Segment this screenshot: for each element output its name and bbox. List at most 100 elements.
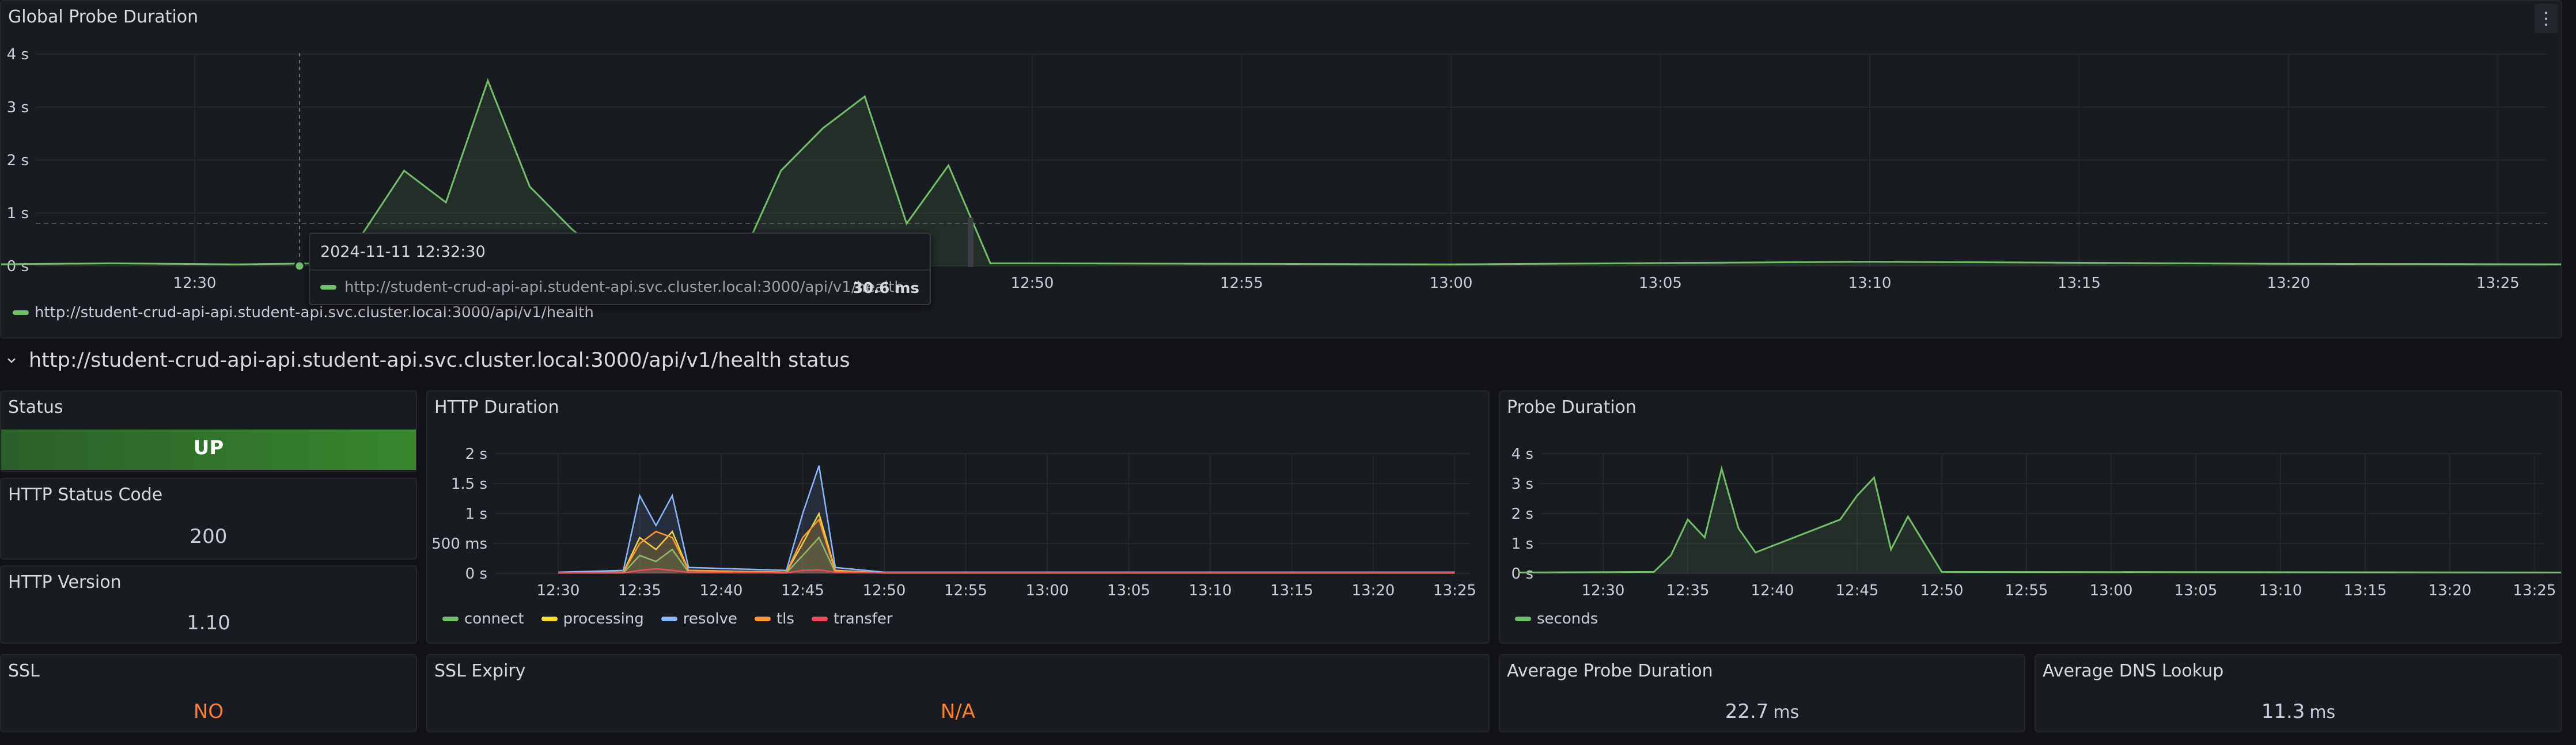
legend-label: resolve [683,610,737,628]
ssl-expiry-panel: SSL Expiry N/A [426,654,1490,732]
http-version-panel: HTTP Version 1.10 [0,565,417,644]
chevron-down-icon[interactable] [6,355,17,366]
y-axis: 2 s 1.5 s 1 s 500 ms 0 s [431,446,487,583]
legend: connect processing resolve tls transfer [442,610,893,628]
panel-title: Status [8,397,63,417]
legend-item[interactable]: seconds [1515,610,1598,628]
hover-point [294,260,305,272]
series-line-resolve [558,465,1455,573]
legend-label: tls [776,610,794,628]
legend: http://student-crud-api-api.student-api.… [13,304,594,321]
tooltip-divider [310,269,930,271]
legend-item-processing[interactable]: processing [541,610,644,628]
chart-tooltip: 2024-11-11 12:32:30 http://student-crud-… [309,233,931,305]
x-tick-label: 13:00 [1430,275,1473,292]
legend-label: processing [563,610,644,628]
y-axis: 4 s 3 s 2 s 1 s 0 s [7,46,29,275]
x-tick-label: 13:15 [2058,275,2101,292]
x-tick-label: 12:50 [1920,582,1964,599]
panel-title: HTTP Status Code [8,485,163,505]
x-tick-label: 12:40 [1751,582,1794,599]
y-tick-label: 3 s [1511,476,1533,493]
http-status-code-value: 200 [190,525,228,548]
x-tick-label: 12:50 [863,582,906,599]
x-axis: 12:30 12:35 12:40 12:45 12:50 12:55 13:00 13:05… [537,582,1476,599]
http-version-value: 1.10 [187,611,230,634]
x-tick-label: 12:45 [1836,582,1879,599]
panel-title: Average DNS Lookup [2043,661,2224,681]
average-probe-duration-value: 22.7 ms [1500,700,2024,723]
legend-item-tls[interactable]: tls [754,610,794,628]
x-tick-label: 12:55 [2005,582,2048,599]
x-tick-label: 12:40 [700,582,743,599]
http-duration-panel: HTTP Duration 2 s 1.5 s1 s 500 ms 0 s 12:30… [426,390,1490,644]
y-tick-label: 1 s [1511,535,1533,553]
gap-marker [968,218,973,267]
x-tick-label: 13:20 [2267,275,2310,292]
x-tick-label: 13:00 [1026,582,1069,599]
y-tick-label: 4 s [1511,446,1533,463]
series-group [558,465,1455,574]
legend-swatch [811,617,828,621]
x-tick-label: 13:05 [1639,275,1682,292]
legend-item-transfer[interactable]: transfer [811,610,893,628]
x-tick-label: 12:55 [944,582,987,599]
y-tick-label: 2 s [1511,505,1533,523]
legend-swatch [442,617,459,621]
x-tick-label: 13:15 [2344,582,2387,599]
average-probe-duration-panel: Average Probe Duration 22.7 ms [1499,654,2025,732]
tooltip-row: http://student-crud-api-api.student-api.… [320,279,904,296]
legend-item[interactable]: http://student-crud-api-api.student-api.… [13,304,594,321]
x-tick-label: 12:35 [618,582,661,599]
row-header[interactable]: http://student-crud-api-api.student-api.… [6,349,850,372]
stat-unit: ms [1773,702,1800,723]
tooltip-value: 30.6 ms [853,280,919,297]
x-tick-label: 12:45 [781,582,824,599]
x-tick-label: 13:25 [2513,582,2556,599]
stat-number: 11.3 [2261,700,2305,723]
x-tick-label: 13:15 [1270,582,1313,599]
tooltip-series-name: http://student-crud-api-api.student-api.… [344,279,904,296]
status-value: UP [193,436,224,459]
http-duration-chart: 2 s 1.5 s 1 s 500 ms 0 s 12:30 12:35 12:40 12:4… [431,446,1476,599]
status-panel: Status UP [0,390,417,472]
y-tick-label: 500 ms [431,535,487,553]
series-area [1518,469,2561,573]
x-tick-label: 13:25 [2476,275,2520,292]
stat-number: 22.7 [1725,700,1769,723]
tooltip-swatch [320,285,336,290]
http-status-code-panel: HTTP Status Code 200 [0,478,417,560]
x-tick-label: 13:05 [1107,582,1150,599]
y-tick-label: 1 s [7,205,29,222]
x-axis: 12:30 12:35 12:40 12:45 12:50 12:55 13:00 13:05… [1582,582,2556,599]
x-tick-label: 13:10 [1848,275,1892,292]
panel-title: Average Probe Duration [1507,661,1713,681]
average-dns-lookup-panel: Average DNS Lookup 11.3 ms [2035,654,2562,732]
x-tick-label: 13:20 [2429,582,2472,599]
x-tick-label: 12:30 [1582,582,1625,599]
x-tick-label: 13:05 [2175,582,2218,599]
legend-swatch [541,617,558,621]
x-tick-label: 13:20 [1352,582,1395,599]
y-tick-label: 2 s [7,152,29,169]
ssl-expiry-value: N/A [940,700,976,723]
x-tick-label: 12:30 [173,275,217,292]
average-dns-lookup-value: 11.3 ms [2036,700,2561,723]
y-tick-label: 4 s [7,46,29,63]
panel-title: HTTP Version [8,572,122,592]
y-axis: 4 s 3 s 2 s 1 s 0 s [1511,446,1533,583]
legend-item-connect[interactable]: connect [442,610,524,628]
legend-item-resolve[interactable]: resolve [661,610,737,628]
x-tick-label: 12:50 [1011,275,1054,292]
y-tick-label: 0 s [465,565,487,583]
probe-duration-panel: Probe Duration 4 s3 s2 s1 s0 s 12:30 12:3… [1499,390,2562,644]
y-tick-label: 0 s [7,258,29,275]
tooltip-timestamp: 2024-11-11 12:32:30 [320,243,486,261]
x-tick-label: 13:10 [2259,582,2302,599]
series-area-tls [558,519,1455,573]
y-tick-label: 1 s [465,505,487,523]
legend-label: http://student-crud-api-api.student-api.… [35,304,594,321]
legend-label: seconds [1537,610,1598,628]
panel-title: SSL Expiry [434,661,526,681]
legend-swatch [13,310,29,315]
